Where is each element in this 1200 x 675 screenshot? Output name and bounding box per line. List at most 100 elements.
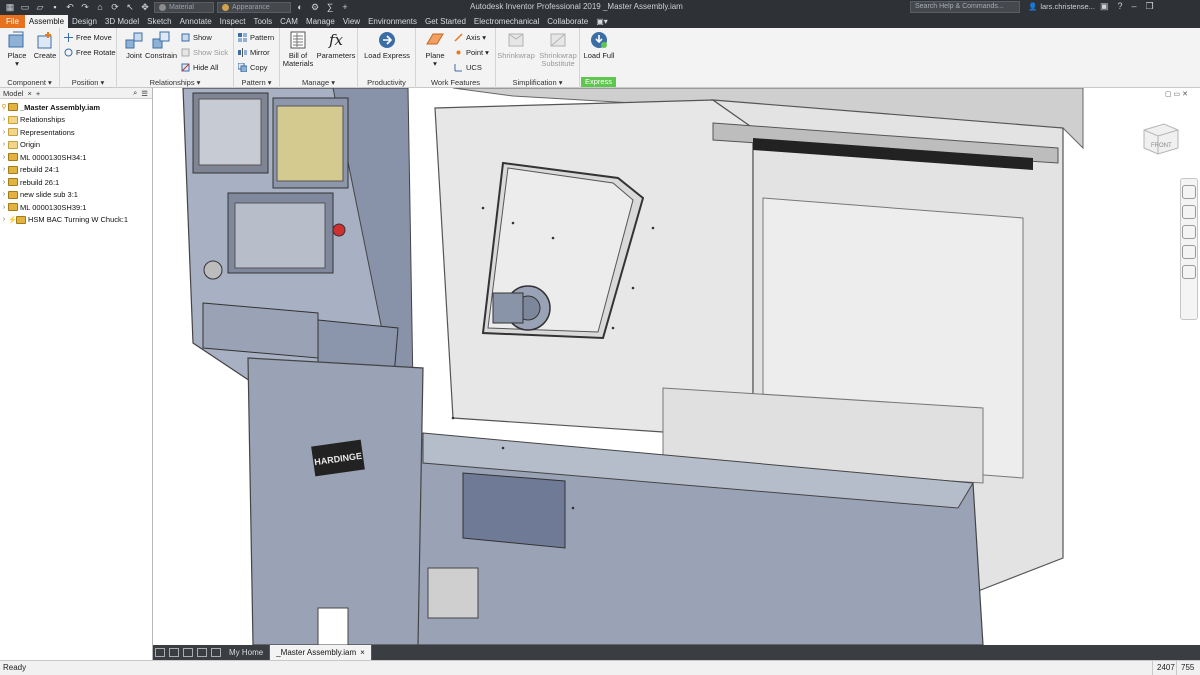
undo-icon[interactable]: ↶ [64,2,76,13]
tree-item-relationships[interactable]: › Relationships [0,114,152,127]
bill-of-materials-button[interactable]: Bill of Materials [281,30,315,68]
minimize-button[interactable]: – [1132,1,1137,12]
tab-collaborate[interactable]: Collaborate [543,15,592,28]
document-list-icon[interactable] [211,648,221,657]
load-express-button[interactable]: Load Express [361,30,413,60]
tab-annotate[interactable]: Annotate [176,15,216,28]
home-icon[interactable]: ⌂ [94,2,106,13]
machine-model[interactable]: HARDINGE [153,88,1200,645]
open-file-icon[interactable]: ▱ [34,2,46,13]
clear-appearance-icon[interactable]: ◐ [294,2,306,13]
appearance-select[interactable]: Appearance [217,2,291,13]
steering-wheel-icon[interactable] [1182,185,1196,199]
constrain-button[interactable]: Constrain [144,30,178,60]
expand-icon[interactable]: › [0,141,8,148]
tab-file[interactable]: File [0,15,25,28]
expand-icon[interactable]: › [0,216,8,223]
tile-horizontal-icon[interactable] [155,648,165,657]
tree-item-ml-sh39[interactable]: › ML 0000130SH39:1 [0,201,152,214]
tab-my-home[interactable]: My Home [223,645,271,660]
tab-cam[interactable]: CAM [276,15,302,28]
tab-environments[interactable]: Environments [364,15,421,28]
search-icon[interactable]: ⌕ [133,88,137,98]
expand-icon[interactable]: › [0,179,8,186]
pattern-panel-label[interactable]: Pattern ▾ [234,78,279,87]
tab-electromechanical[interactable]: Electromechanical [470,15,543,28]
plane-button[interactable]: Plane ▾ [418,30,452,68]
component-panel-label[interactable]: Component ▾ [0,78,59,87]
expand-icon[interactable]: › [0,191,8,198]
point-button[interactable]: Point ▾ [454,47,489,58]
browser-menu-icon[interactable]: ☰ [141,89,152,98]
axis-button[interactable]: Axis ▾ [454,32,486,43]
adjust-icon[interactable]: ⚙ [309,2,321,13]
shrinkwrap-button[interactable]: Shrinkwrap [496,30,536,60]
cascade-icon[interactable] [183,648,193,657]
user-account[interactable]: 👤 lars.christense... [1028,2,1095,11]
tab-3d-model[interactable]: 3D Model [101,15,143,28]
maximize-button[interactable]: ❐ [1146,1,1154,12]
app-menu-icon[interactable]: ▦ [4,2,16,13]
tab-view[interactable]: View [339,15,364,28]
cart-icon[interactable]: ▣ [1100,1,1109,12]
close-document-icon[interactable]: × [360,645,365,660]
ribbon-options-icon[interactable]: ▣▾ [592,15,612,28]
tab-design[interactable]: Design [68,15,101,28]
viewport-window-controls[interactable]: ▢ ▭ ✕ [1165,90,1188,98]
pan-icon[interactable] [1182,205,1196,219]
manage-panel-label[interactable]: Manage ▾ [280,78,357,87]
tree-item-origin[interactable]: › Origin [0,139,152,152]
relationships-panel-label[interactable]: Relationships ▾ [117,78,233,87]
look-at-icon[interactable] [1182,265,1196,279]
tree-item-representations[interactable]: › Representations [0,126,152,139]
tree-item-rebuild-24[interactable]: › rebuild 24:1 [0,164,152,177]
tab-tools[interactable]: Tools [249,15,276,28]
pattern-button[interactable]: Pattern [238,32,274,43]
free-rotate-button[interactable]: Free Rotate [64,47,116,58]
tab-inspect[interactable]: Inspect [216,15,250,28]
material-select[interactable]: Material [154,2,214,13]
load-full-button[interactable]: Load Full [582,30,616,60]
tab-master-assembly[interactable]: _Master Assembly.iam × [270,645,372,660]
graphics-window[interactable]: HARDINGE FRONT ▢ ▭ ✕ [153,88,1200,645]
update-icon[interactable]: ⟳ [109,2,121,13]
tree-item-rebuild-26[interactable]: › rebuild 26:1 [0,176,152,189]
simplification-panel-label[interactable]: Simplification ▾ [496,78,579,87]
expression-icon[interactable]: ∑ [324,2,336,13]
browser-add-button[interactable]: + [36,89,40,98]
expand-icon[interactable]: › [0,154,8,161]
tree-item-new-slide-sub[interactable]: › new slide sub 3:1 [0,189,152,202]
select-icon[interactable]: ↖ [124,2,136,13]
mirror-button[interactable]: Mirror [238,47,270,58]
help-search-input[interactable]: Search Help & Commands... [910,1,1020,13]
save-icon[interactable]: ▪ [49,2,61,13]
orbit-icon[interactable] [1182,245,1196,259]
redo-icon[interactable]: ↷ [79,2,91,13]
browser-close-button[interactable]: × [27,89,31,98]
tree-item-root[interactable]: ⚲ _Master Assembly.iam [0,101,152,114]
arrange-icon[interactable] [197,648,207,657]
free-move-button[interactable]: Free Move [64,32,112,43]
hide-all-button[interactable]: Hide All [181,62,218,73]
tree-item-ml-sh34[interactable]: › ML 0000130SH34:1 [0,151,152,164]
viewcube[interactable]: FRONT [1138,118,1182,158]
parameters-button[interactable]: fx Parameters [316,30,356,60]
tab-get-started[interactable]: Get Started [421,15,470,28]
copy-button[interactable]: Copy [237,62,268,73]
expand-icon[interactable]: › [0,116,8,123]
tab-assemble[interactable]: Assemble [24,15,69,28]
tree-item-hsm-turning[interactable]: › ⚡ HSM BAC Turning W Chuck:1 [0,214,152,227]
help-icon[interactable]: ? [1118,1,1123,12]
add-icon[interactable]: + [339,2,351,13]
create-button[interactable]: Create [28,30,62,60]
expand-icon[interactable]: › [0,166,8,173]
tab-manage[interactable]: Manage [302,15,339,28]
expand-icon[interactable]: › [0,129,8,136]
show-button[interactable]: Show [181,32,212,43]
expand-icon[interactable]: › [0,204,8,211]
position-panel-label[interactable]: Position ▾ [60,78,116,87]
tile-vertical-icon[interactable] [169,648,179,657]
shrinkwrap-substitute-button[interactable]: Shrinkwrap Substitute [536,30,580,68]
show-sick-button[interactable]: Show Sick [181,47,228,58]
filter-icon[interactable]: ⚲ [0,103,8,111]
